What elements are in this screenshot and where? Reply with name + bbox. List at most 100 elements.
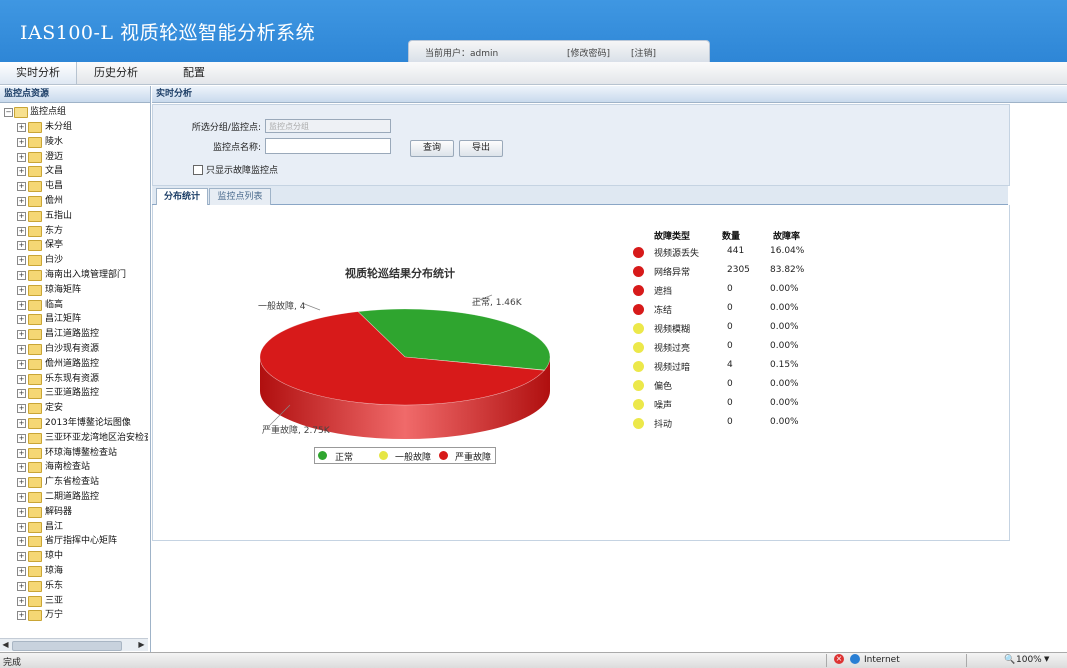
folder-icon	[28, 388, 42, 400]
tree-horizontal-scrollbar[interactable]: ◀ ▶	[0, 638, 148, 651]
tab-distribution[interactable]: 分布统计	[156, 188, 208, 205]
tree-item-label: 海南检查站	[45, 462, 91, 473]
expand-icon[interactable]: +	[17, 611, 26, 621]
only-fault-label: 只显示故障监控点	[206, 166, 279, 176]
tree-item-label: 昌江道路监控	[45, 329, 100, 340]
stats-row: 视频模糊 0 0.00%	[630, 321, 830, 337]
folder-icon	[28, 521, 42, 533]
expand-icon[interactable]: +	[17, 463, 26, 473]
zoom-icon[interactable]: 🔍	[1004, 655, 1015, 665]
tab-point-list[interactable]: 监控点列表	[209, 188, 271, 205]
tree-item-label: 白沙	[45, 255, 64, 266]
tree-item-label: 昌江矩阵	[45, 314, 82, 325]
folder-icon	[28, 580, 42, 592]
expand-icon[interactable]: +	[17, 271, 26, 280]
tree-item-label: 广东省检查站	[45, 477, 100, 488]
tree-item-label: 陵水	[45, 136, 64, 147]
expand-icon[interactable]: +	[17, 226, 26, 236]
folder-icon	[28, 595, 42, 607]
expand-icon[interactable]: +	[17, 123, 26, 132]
logout-link[interactable]: [注销]	[631, 46, 656, 59]
collapse-icon[interactable]: −	[4, 108, 13, 117]
expand-icon[interactable]: +	[17, 419, 26, 428]
expand-icon[interactable]: +	[17, 374, 26, 384]
expand-icon[interactable]: +	[17, 167, 26, 177]
stats-type: 视频过暗	[654, 363, 691, 373]
scroll-left-icon[interactable]: ◀	[0, 639, 11, 651]
expand-icon[interactable]: +	[17, 567, 26, 576]
expand-icon[interactable]: +	[17, 389, 26, 399]
stats-count: 2305	[727, 265, 750, 275]
stats-count: 4	[727, 360, 733, 370]
globe-icon	[850, 654, 860, 664]
folder-icon	[28, 477, 42, 489]
pie-label-normal: 正常, 1.46K	[472, 298, 522, 308]
only-fault-checkbox[interactable]	[193, 165, 203, 175]
expand-icon[interactable]: +	[17, 596, 26, 606]
expand-icon[interactable]: +	[17, 433, 26, 443]
app-header: IAS100-L 视质轮巡智能分析系统 当前用户：admin [修改密码] [注…	[0, 0, 1067, 63]
expand-icon[interactable]: +	[17, 359, 26, 369]
menu-config[interactable]: 配置	[156, 62, 232, 84]
menu-history-analysis[interactable]: 历史分析	[78, 62, 154, 84]
expand-icon[interactable]: +	[17, 152, 26, 162]
stats-rate: 0.15%	[770, 360, 799, 370]
folder-icon	[28, 610, 42, 622]
name-input[interactable]	[265, 138, 391, 154]
expand-icon[interactable]: +	[17, 211, 26, 221]
tree-item-label: 三亚道路监控	[45, 388, 100, 399]
expand-icon[interactable]: +	[17, 315, 26, 325]
expand-icon[interactable]: +	[17, 581, 26, 591]
pie-label-severe: 严重故障, 2.75K	[262, 426, 330, 436]
stats-row: 偏色 0 0.00%	[630, 378, 830, 394]
stats-count: 0	[727, 379, 733, 389]
stats-row: 遮挡 0 0.00%	[630, 283, 830, 299]
folder-icon	[28, 462, 42, 474]
expand-icon[interactable]: +	[17, 493, 26, 502]
expand-icon[interactable]: +	[17, 182, 26, 192]
stats-count: 0	[727, 284, 733, 294]
tree-item-label: 万宁	[45, 610, 64, 621]
zoom-level[interactable]: 100%	[1016, 655, 1042, 665]
expand-icon[interactable]: +	[17, 448, 26, 458]
stats-rate: 0.00%	[770, 284, 799, 294]
stats-row: 冻结 0 0.00%	[630, 302, 830, 318]
expand-icon[interactable]: +	[17, 330, 26, 340]
change-password-link[interactable]: [修改密码]	[567, 46, 610, 59]
expand-icon[interactable]: +	[17, 285, 26, 295]
expand-icon[interactable]: +	[17, 537, 26, 547]
status-bar: 完成 × Internet 🔍 100% ▼	[0, 652, 1067, 668]
zoom-dropdown-icon[interactable]: ▼	[1044, 655, 1049, 663]
group-field[interactable]: 监控点分组	[265, 119, 391, 133]
folder-icon	[28, 136, 42, 148]
folder-icon	[28, 344, 42, 355]
expand-icon[interactable]: +	[17, 522, 26, 532]
expand-icon[interactable]: +	[17, 256, 26, 266]
menu-realtime-analysis[interactable]: 实时分析	[0, 62, 77, 84]
expand-icon[interactable]: +	[17, 345, 26, 354]
expand-icon[interactable]: +	[17, 404, 26, 414]
expand-icon[interactable]: +	[17, 197, 26, 206]
folder-icon	[28, 403, 42, 415]
expand-icon[interactable]: +	[17, 241, 26, 251]
expand-icon[interactable]: +	[17, 300, 26, 310]
stats-type: 冻结	[654, 306, 673, 316]
folder-icon	[28, 314, 42, 326]
tree-item-label: 未分组	[45, 122, 73, 132]
scroll-right-icon[interactable]: ▶	[136, 639, 147, 651]
resource-panel-title: 监控点资源	[0, 86, 150, 103]
tree-item-label: 澄迈	[45, 151, 64, 162]
folder-icon	[28, 151, 42, 163]
expand-icon[interactable]: +	[17, 552, 26, 562]
tree-item-label: 琼中	[45, 551, 64, 562]
expand-icon[interactable]: +	[17, 137, 26, 147]
export-button[interactable]: 导出	[459, 140, 503, 157]
stats-type: 视频模糊	[654, 325, 691, 335]
stats-header-rate: 故障率	[773, 232, 801, 242]
query-button[interactable]: 查询	[410, 140, 454, 157]
scroll-thumb[interactable]	[12, 641, 122, 651]
expand-icon[interactable]: +	[17, 507, 26, 517]
expand-icon[interactable]: +	[17, 478, 26, 488]
tree-item-label: 临高	[45, 299, 64, 310]
resource-panel: 监控点资源 − 监控点组 + 未分组 + 陵水 + 澄迈 + 文昌 + 屯昌 + 儋州 + 五指山 + 东方 +…	[0, 86, 151, 652]
